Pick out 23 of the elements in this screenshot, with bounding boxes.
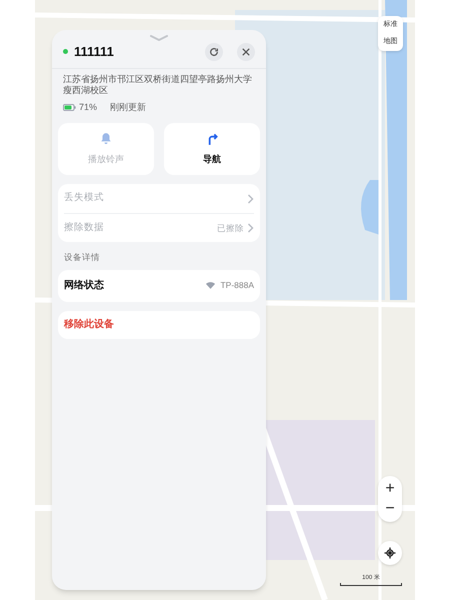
battery-percent: 71% [79, 100, 98, 114]
close-button[interactable] [237, 42, 255, 61]
chevron-right-icon [247, 194, 254, 204]
scale-bar [340, 583, 402, 586]
address-text: 江苏省扬州市邗江区双桥街道四望亭路扬州大学瘦西湖校区 [62, 74, 253, 96]
bell-icon [99, 132, 113, 146]
drag-handle-icon[interactable] [149, 34, 169, 41]
chevron-right-icon [247, 223, 254, 233]
zoom-in-button[interactable]: + [385, 479, 395, 499]
wifi-icon [206, 282, 216, 290]
close-icon [242, 48, 250, 56]
battery-icon [63, 104, 76, 111]
refresh-button[interactable] [205, 42, 223, 61]
zoom-out-button[interactable]: − [385, 499, 395, 519]
detail-value: TP-888A [220, 279, 254, 292]
action-button[interactable]: 导航 [164, 123, 260, 175]
locate-icon [384, 547, 396, 559]
refresh-icon [209, 46, 219, 57]
remove-device-button[interactable]: 移除此设备 [58, 310, 260, 339]
update-time: 刚刚更新 [110, 100, 146, 114]
section-heading: 设备详情 [63, 251, 101, 264]
detail-label: 网络状态 [64, 278, 104, 294]
device-name: 111111 [74, 43, 114, 61]
